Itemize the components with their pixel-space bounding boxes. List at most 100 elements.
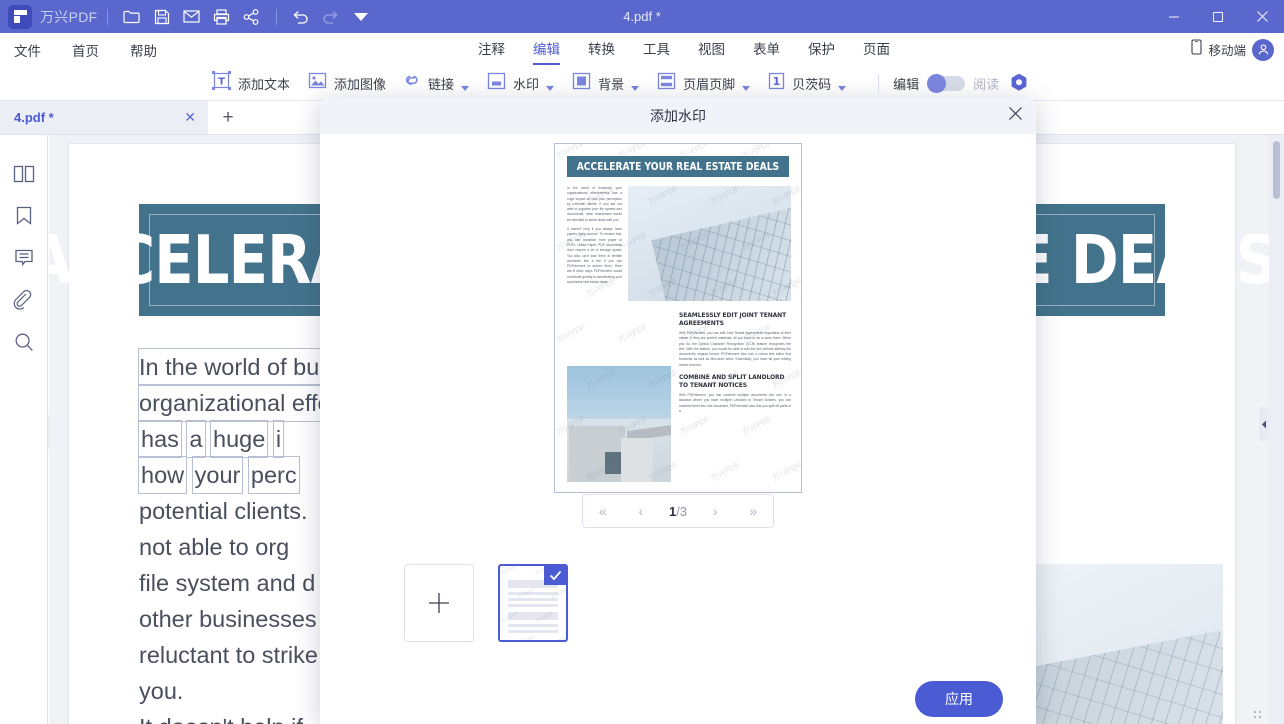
text-token[interactable]: your [193,457,243,493]
preview-paragraph: In the world of business, your organizat… [567,186,622,223]
close-icon[interactable] [1008,106,1023,126]
attachment-icon[interactable] [11,287,37,313]
watermark-preview-area: ACCELERATE YOUR REAL ESTATE DEALS In the… [320,134,1036,494]
preview-paragraph: With PDFelement, you can combine multipl… [679,393,791,414]
header-footer-label: 页眉页脚 [683,74,735,93]
background-label: 背景 [598,74,624,93]
text-token[interactable]: huge [211,421,267,457]
mode-edit-label[interactable]: 编辑 [893,74,919,93]
mode-toggle-group: 编辑 阅读 [893,71,1031,95]
vertical-scrollbar-track[interactable] [1269,135,1284,724]
title-bar: 万兴PDF 4.pdf * [0,0,1284,33]
link-button[interactable]: 链接 [404,71,469,95]
tab-edit[interactable]: 编辑 [533,38,560,62]
bates-numbering-icon: 1 [768,72,785,95]
share-icon[interactable] [237,4,267,30]
maximize-button[interactable] [1196,0,1240,33]
dialog-header: 添加水印 [320,98,1036,134]
preview-paragraph: It doesn't help if you always have paper… [567,227,622,285]
next-page-button[interactable]: › [707,503,724,519]
tab-protect[interactable]: 保护 [808,38,835,62]
mode-toggle-switch[interactable] [927,76,965,91]
preview-paragraph: With PDFelement, you can edit Joint Tena… [679,331,791,368]
document-tab-label: 4.pdf * [14,110,54,125]
link-label: 链接 [428,74,454,93]
text-token[interactable]: has [139,421,181,457]
chevron-down-icon[interactable] [742,86,750,91]
text-token[interactable]: i [274,421,283,457]
side-rail [0,135,48,724]
menu-item-file[interactable]: 文件 [14,40,41,60]
document-photo [1023,564,1223,724]
apply-button[interactable]: 应用 [915,681,1003,717]
watermark-icon [487,72,506,95]
add-text-button[interactable]: T 添加文本 [212,71,290,95]
chevron-down-icon[interactable] [631,86,639,91]
pdf-editor-window: 万兴PDF 4.pdf * [0,0,1284,724]
mode-read-label[interactable]: 阅读 [973,74,999,93]
preview-left-column: In the world of business, your organizat… [567,186,622,289]
add-image-icon [308,72,327,94]
close-icon[interactable]: ✕ [184,109,196,126]
add-image-button[interactable]: 添加图像 [308,72,386,94]
preview-image-top [628,186,791,301]
chevron-down-icon[interactable] [546,86,554,91]
mobile-label[interactable]: 移动端 [1208,40,1246,59]
watermark-template-item[interactable]: 万兴PDF万兴PDF万兴PDF万兴PDF万兴PDF万兴PDF万兴PDF万兴PDF… [498,564,568,642]
menu-utility-group: 移动端 [1191,39,1274,61]
tab-convert[interactable]: 转换 [588,38,615,62]
right-panel-handle[interactable] [1259,407,1269,441]
pagination: « ‹ 1/3 › » [320,494,1036,528]
more-icon[interactable] [346,4,376,30]
header-footer-button[interactable]: 页眉页脚 [657,72,750,95]
document-tab[interactable]: 4.pdf * ✕ [0,101,208,134]
tab-form[interactable]: 表单 [753,38,780,62]
divider [107,9,108,25]
close-button[interactable] [1240,0,1284,33]
minimize-button[interactable] [1152,0,1196,33]
new-tab-button[interactable]: + [208,101,248,134]
redo-icon[interactable] [316,4,346,30]
preview-heading: COMBINE AND SPLIT LANDLORD TO TENANT NOT… [679,374,791,390]
tab-page[interactable]: 页面 [863,38,890,62]
comment-icon[interactable] [11,245,37,271]
text-token[interactable]: a [187,421,204,457]
print-icon[interactable] [207,4,237,30]
undo-icon[interactable] [286,4,316,30]
chevron-down-icon[interactable] [838,86,846,91]
add-watermark-template-button[interactable] [404,564,474,642]
last-page-button[interactable]: » [743,503,763,519]
tab-view[interactable]: 视图 [698,38,725,62]
save-icon[interactable] [147,4,177,30]
text-token[interactable]: perc [249,457,299,493]
background-button[interactable]: 背景 [572,72,639,95]
bates-numbering-label: 贝茨码 [792,74,831,93]
watermark-label: 水印 [513,74,539,93]
thumbnails-icon[interactable] [11,161,37,187]
text-token[interactable]: how [139,457,186,493]
vertical-scrollbar-thumb[interactable] [1273,141,1280,199]
tab-tools[interactable]: 工具 [643,38,670,62]
watermark-button[interactable]: 水印 [487,72,554,95]
first-page-button[interactable]: « [593,503,613,519]
preview-heading: SEAMLESSLY EDIT JOINT TENANT AGREEMENTS [679,312,791,328]
ribbon-tabs: 注释 编辑 转换 工具 视图 表单 保护 页面 [478,38,918,62]
menu-item-help[interactable]: 帮助 [130,40,157,60]
prev-page-button[interactable]: ‹ [632,503,649,519]
chevron-down-icon[interactable] [461,86,469,91]
menu-item-home[interactable]: 首页 [72,40,99,60]
avatar[interactable] [1252,39,1274,61]
mail-icon[interactable] [177,4,207,30]
page-indicator: 1/3 [669,504,687,519]
search-icon[interactable] [11,329,37,355]
link-icon [404,71,421,95]
tab-annotate[interactable]: 注释 [478,38,505,62]
bates-numbering-button[interactable]: 1 贝茨码 [768,72,846,95]
add-watermark-dialog: 添加水印 ACCELERATE YOUR REAL ESTATE DEALS I… [320,98,1036,724]
mobile-device-icon [1191,39,1202,60]
preview-page[interactable]: ACCELERATE YOUR REAL ESTATE DEALS In the… [554,143,802,493]
open-folder-icon[interactable] [117,4,147,30]
preview-banner: ACCELERATE YOUR REAL ESTATE DEALS [567,156,789,177]
bookmark-icon[interactable] [11,203,37,229]
theme-hexagon-icon[interactable] [1007,71,1031,95]
